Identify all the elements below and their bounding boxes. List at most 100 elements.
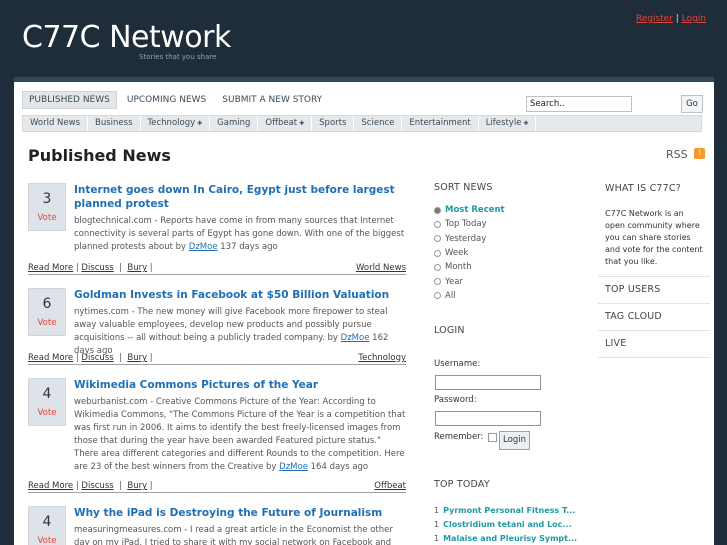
story-actions: Read More | Discuss | Bury | Technology xyxy=(28,353,406,365)
radio-icon[interactable] xyxy=(434,206,441,214)
vote-button[interactable]: 4 Vote xyxy=(28,506,66,545)
read-more-link[interactable]: Read More xyxy=(28,263,73,273)
vote-button[interactable]: 6 Vote xyxy=(28,288,66,336)
login-link[interactable]: Login xyxy=(682,14,706,24)
list-item: 1 Clostridium tetani and Loc... xyxy=(434,520,572,529)
story-description: blogtechnical.com - Reports have come in… xyxy=(74,216,405,252)
site-logo[interactable]: C77C Network xyxy=(22,20,231,56)
password-label: Password: xyxy=(434,395,477,405)
bury-link[interactable]: Bury xyxy=(127,353,147,363)
auth-separator: | xyxy=(675,14,679,24)
sort-heading: SORT NEWS xyxy=(434,182,493,193)
remember-label: Remember: xyxy=(434,432,484,442)
story-category-link[interactable]: Offbeat xyxy=(374,481,406,491)
page-title: Published News xyxy=(28,146,171,165)
username-label: Username: xyxy=(434,359,481,369)
tab-submit-story[interactable]: SUBMIT A NEW STORY xyxy=(216,92,328,108)
bury-link[interactable]: Bury xyxy=(127,263,147,273)
category-technology[interactable]: Technology ✚ xyxy=(141,116,211,131)
radio-icon[interactable] xyxy=(434,263,441,271)
vote-label: Vote xyxy=(37,318,57,328)
category-science[interactable]: Science xyxy=(354,116,403,131)
story-category-link[interactable]: Technology xyxy=(358,353,406,363)
read-more-link[interactable]: Read More xyxy=(28,481,73,491)
top-today-list: 1 Pyrmont Personal Fitness T... 1 Clostrid… xyxy=(434,506,594,545)
chevron-down-icon: ✚ xyxy=(197,120,203,127)
radio-icon[interactable] xyxy=(434,220,441,228)
discuss-link[interactable]: Discuss xyxy=(81,353,113,363)
tab-published-news[interactable]: PUBLISHED NEWS xyxy=(22,91,117,109)
sort-top-today[interactable]: Top Today xyxy=(434,217,584,231)
radio-icon[interactable] xyxy=(434,278,441,286)
category-entertainment[interactable]: Entertainment xyxy=(402,116,479,131)
top-users-heading[interactable]: TOP USERS xyxy=(605,284,703,295)
live-block[interactable]: LIVE xyxy=(598,331,710,358)
category-offbeat[interactable]: Offbeat ✚ xyxy=(258,116,313,131)
chevron-down-icon: ✚ xyxy=(523,120,529,127)
sort-yesterday[interactable]: Yesterday xyxy=(434,232,584,246)
category-sports[interactable]: Sports xyxy=(312,116,355,131)
vote-count: 4 xyxy=(42,514,52,530)
sort-most-recent[interactable]: Most Recent xyxy=(434,203,584,217)
primary-nav: PUBLISHED NEWS UPCOMING NEWS SUBMIT A NE… xyxy=(22,91,332,109)
sort-year[interactable]: Year xyxy=(434,274,584,288)
discuss-link[interactable]: Discuss xyxy=(81,481,113,491)
what-is-heading: WHAT IS C77C? xyxy=(605,183,681,194)
login-button[interactable]: Login xyxy=(499,431,530,450)
category-gaming[interactable]: Gaming xyxy=(210,116,259,131)
discuss-link[interactable]: Discuss xyxy=(81,263,113,273)
story-age: 164 days ago xyxy=(310,462,369,472)
list-item: 1 Pyrmont Personal Fitness T... xyxy=(434,506,576,515)
story-title[interactable]: Why the iPad is Destroying the Future of… xyxy=(74,506,404,520)
search-input[interactable]: Search.. xyxy=(526,96,632,112)
top-today-link[interactable]: Pyrmont Personal Fitness T... xyxy=(443,506,575,515)
remember-row: Remember: xyxy=(434,432,498,442)
username-field[interactable] xyxy=(435,375,541,390)
top-today-link[interactable]: Clostridium tetani and Loc... xyxy=(443,520,571,529)
radio-icon[interactable] xyxy=(434,249,441,257)
page-content: PUBLISHED NEWS UPCOMING NEWS SUBMIT A NE… xyxy=(14,77,714,545)
category-business[interactable]: Business xyxy=(88,116,141,131)
story-title[interactable]: Wikimedia Commons Pictures of the Year xyxy=(74,378,404,392)
sort-all[interactable]: All xyxy=(434,289,584,303)
story-description: weburbanist.com - Creative Commons Pictu… xyxy=(74,397,406,472)
radio-icon[interactable] xyxy=(434,235,441,243)
tag-cloud-block[interactable]: TAG CLOUD xyxy=(598,304,710,331)
live-heading[interactable]: LIVE xyxy=(605,338,703,349)
go-button[interactable]: Go xyxy=(681,95,703,113)
sort-options: Most Recent Top Today Yesterday Week Mon… xyxy=(434,203,584,303)
story-category-link[interactable]: World News xyxy=(356,263,406,273)
bury-link[interactable]: Bury xyxy=(127,481,147,491)
vote-button[interactable]: 3 Vote xyxy=(28,183,66,231)
password-field[interactable] xyxy=(435,411,541,426)
what-is-block: WHAT IS C77C? C77C Network is an open co… xyxy=(598,176,710,277)
story-author[interactable]: DzMoe xyxy=(341,333,370,343)
story-author[interactable]: DzMoe xyxy=(279,462,308,472)
tab-upcoming-news[interactable]: UPCOMING NEWS xyxy=(121,92,212,108)
top-today-link[interactable]: Malaise and Pleurisy Sympt... xyxy=(443,534,577,543)
story-title[interactable]: Internet goes down In Cairo, Egypt just … xyxy=(74,183,404,211)
top-users-block[interactable]: TOP USERS xyxy=(598,277,710,304)
category-lifestyle[interactable]: Lifestyle ✚ xyxy=(479,116,537,131)
story-author[interactable]: DzMoe xyxy=(189,242,218,252)
category-world-news[interactable]: World News xyxy=(23,116,89,131)
story-title[interactable]: Goldman Invests in Facebook at $50 Billi… xyxy=(74,288,404,302)
sort-month[interactable]: Month xyxy=(434,260,584,274)
radio-icon[interactable] xyxy=(434,292,441,300)
remember-checkbox[interactable] xyxy=(488,432,498,442)
sort-week[interactable]: Week xyxy=(434,246,584,260)
vote-label: Vote xyxy=(37,536,57,545)
story-actions: Read More | Discuss | Bury | Offbeat xyxy=(28,481,406,493)
story-description: measuringmeasures.com - I read a great a… xyxy=(74,525,393,545)
tag-cloud-heading[interactable]: TAG CLOUD xyxy=(605,311,703,322)
rss-link[interactable]: RSS xyxy=(666,148,688,161)
read-more-link[interactable]: Read More xyxy=(28,353,73,363)
vote-label: Vote xyxy=(37,408,57,418)
site-tagline: Stories that you share xyxy=(139,53,217,61)
sidebar: WHAT IS C77C? C77C Network is an open co… xyxy=(598,176,710,358)
rss-icon[interactable]: ) xyxy=(694,148,705,159)
vote-count: 3 xyxy=(42,191,52,207)
auth-links: Register | Login xyxy=(636,14,706,24)
register-link[interactable]: Register xyxy=(636,14,673,24)
vote-button[interactable]: 4 Vote xyxy=(28,378,66,426)
